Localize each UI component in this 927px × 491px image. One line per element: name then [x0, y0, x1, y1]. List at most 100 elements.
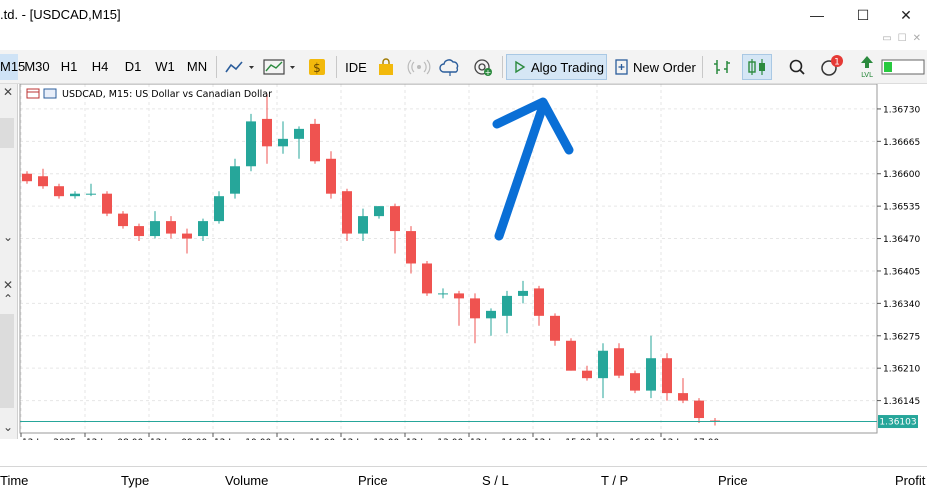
price-label: 1.36665 [883, 138, 920, 148]
shop-button[interactable] [375, 54, 399, 80]
candle [310, 118, 320, 164]
candle-body [54, 186, 64, 197]
candle-body [534, 288, 544, 316]
candle-body [326, 158, 336, 194]
bar-chart-icon [714, 60, 730, 74]
minimize-button[interactable]: — [794, 0, 840, 30]
left-side-panel: ✕ ⌄ ✕ ⌃ ⌄ [0, 84, 18, 439]
timeframe-w1[interactable]: W1 [152, 54, 178, 80]
price-label: 1.36275 [883, 332, 920, 342]
timeframe-m15[interactable]: M15 [0, 54, 25, 80]
subwindow-minimize-icon[interactable]: ▭ [882, 33, 891, 45]
market-button[interactable]: $ [307, 54, 329, 80]
time-label: 12 Jun 15:00 [534, 438, 591, 440]
price-label: 1.36405 [883, 267, 920, 277]
vps-button[interactable] [438, 54, 464, 80]
timeframe-m30[interactable]: M30 [22, 54, 52, 80]
time-label: 12 Jun 13:00 [406, 438, 463, 440]
subwindow-controls: ▭ ☐ ✕ [882, 33, 921, 45]
shopping-bag-icon [379, 58, 393, 75]
toolbar-separator [216, 56, 217, 78]
candle [342, 188, 352, 242]
algo-trading-button[interactable]: Algo Trading [506, 54, 607, 80]
chevron-down-icon-2[interactable]: ⌄ [3, 420, 13, 434]
indicators-dropdown[interactable] [262, 54, 300, 80]
candle-body [438, 293, 448, 295]
toolbar-separator [502, 56, 503, 78]
candle-body [486, 310, 496, 319]
timeframe-h1[interactable]: H1 [56, 54, 82, 80]
candle-body [614, 348, 624, 376]
notifications-button[interactable]: 1 [818, 54, 846, 80]
candle [118, 211, 128, 229]
price-label: 1.36340 [883, 300, 920, 310]
timeframe-mn[interactable]: MN [184, 54, 210, 80]
candle-body [598, 350, 608, 379]
panel-scrollbar-thumb[interactable] [0, 118, 14, 148]
column-volume[interactable]: Volume [225, 473, 268, 488]
time-label: 12 Jun 10:00 [214, 438, 271, 440]
candle-body [246, 121, 256, 167]
candle-body [662, 358, 672, 394]
new-order-icon [615, 59, 628, 75]
current-price-value: 1.36103 [879, 418, 916, 428]
line-chart-dropdown[interactable] [223, 54, 259, 80]
candlestick-button[interactable] [742, 54, 772, 80]
chevron-up-icon[interactable]: ⌃ [3, 292, 13, 306]
candle-body [262, 118, 272, 147]
window-title: .td. - [USDCAD,M15] [0, 7, 121, 22]
algo-trading-label: Algo Trading [531, 59, 604, 75]
bar-chart-button[interactable] [708, 54, 738, 80]
chevron-down-icon[interactable]: ⌄ [3, 230, 13, 244]
subwindow-close-icon[interactable]: ✕ [913, 33, 921, 45]
candle-body [422, 263, 432, 294]
candle-body [470, 298, 480, 319]
timeframe-d1[interactable]: D1 [120, 54, 146, 80]
ide-button[interactable]: IDE [342, 54, 370, 80]
panel-close-icon[interactable]: ✕ [3, 85, 13, 99]
chat-icon: 1 [821, 55, 843, 76]
column-profit[interactable]: Profit [895, 473, 925, 488]
play-icon [515, 60, 526, 74]
column-sl[interactable]: S / L [482, 473, 509, 488]
search-button[interactable] [786, 54, 810, 80]
price-label: 1.36730 [883, 105, 920, 115]
column-tp[interactable]: T / P [601, 473, 628, 488]
signals-button[interactable] [406, 54, 434, 80]
column-current-price[interactable]: Price [718, 473, 748, 488]
chart-info-label: USDCAD, M15: US Dollar vs Canadian Dolla… [62, 89, 272, 100]
time-label: 12 Jun 11:00 [278, 438, 335, 440]
level-button[interactable]: LVL [855, 54, 879, 80]
price-label: 1.36145 [883, 397, 920, 407]
column-price[interactable]: Price [358, 473, 388, 488]
candle-body [70, 193, 80, 197]
candle-body [134, 226, 144, 237]
dollar-icon: $ [309, 59, 325, 75]
candle-body [214, 196, 224, 222]
svg-text:+: + [485, 68, 492, 77]
experts-button[interactable]: + [471, 54, 497, 80]
main-toolbar: M15 M30 H1 H4 D1 W1 MN $ IDE + Algo Trad… [0, 50, 927, 84]
candle-body [342, 191, 352, 234]
notification-count: 1 [834, 58, 840, 68]
trade-table-header: Time Type Volume Price S / L T / P Price… [0, 466, 927, 491]
subwindow-restore-icon[interactable]: ☐ [898, 33, 907, 45]
level-label: LVL [861, 71, 873, 79]
indicators-icon [263, 59, 295, 75]
panel-scrollbar-thumb-2[interactable] [0, 314, 14, 408]
column-type[interactable]: Type [121, 473, 149, 488]
candlestick-icon [748, 59, 765, 75]
panel-close-icon-2[interactable]: ✕ [3, 278, 13, 292]
broadcast-icon [407, 59, 431, 75]
maximize-button[interactable]: ☐ [840, 0, 886, 30]
column-time[interactable]: Time [0, 473, 28, 488]
price-chart[interactable]: 1.36730 1.36665 1.36600 1.36535 1.36470 1.364… [19, 84, 927, 440]
candle-body [678, 393, 688, 401]
title-bar: .td. - [USDCAD,M15] — ☐ ✕ [0, 0, 927, 30]
target-plus-icon: + [474, 59, 492, 77]
candle [566, 338, 576, 371]
timeframe-h4[interactable]: H4 [87, 54, 113, 80]
new-order-button[interactable]: New Order [611, 54, 697, 80]
close-button[interactable]: ✕ [883, 0, 927, 30]
candle-body [22, 173, 32, 182]
